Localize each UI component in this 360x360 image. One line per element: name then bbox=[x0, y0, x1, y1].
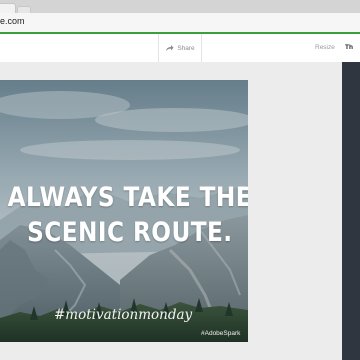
right-side-panel bbox=[342, 62, 360, 360]
design-card[interactable]: ALWAYS TAKE THE SCENIC ROUTE. #motivatio… bbox=[0, 80, 248, 342]
browser-tab-strip bbox=[0, 0, 360, 14]
share-button[interactable]: Share bbox=[158, 34, 202, 62]
resize-tab[interactable]: Resize bbox=[315, 44, 335, 51]
adobe-spark-watermark: #AdobeSpark bbox=[201, 330, 241, 337]
address-bar[interactable]: e.com bbox=[0, 13, 360, 33]
headline-line-1: ALWAYS TAKE THE bbox=[7, 182, 248, 213]
headline-line-2: SCENIC ROUTE. bbox=[27, 217, 233, 248]
share-arrow-icon bbox=[165, 44, 174, 52]
share-label: Share bbox=[177, 44, 195, 52]
headline-text[interactable]: ALWAYS TAKE THE SCENIC ROUTE. bbox=[0, 180, 248, 250]
editor-toolbar: Share Resize Th bbox=[0, 34, 360, 63]
url-text[interactable]: e.com bbox=[0, 16, 25, 26]
theme-tab[interactable]: Th bbox=[345, 44, 353, 51]
hashtag-text[interactable]: #motivationmonday bbox=[54, 307, 192, 323]
